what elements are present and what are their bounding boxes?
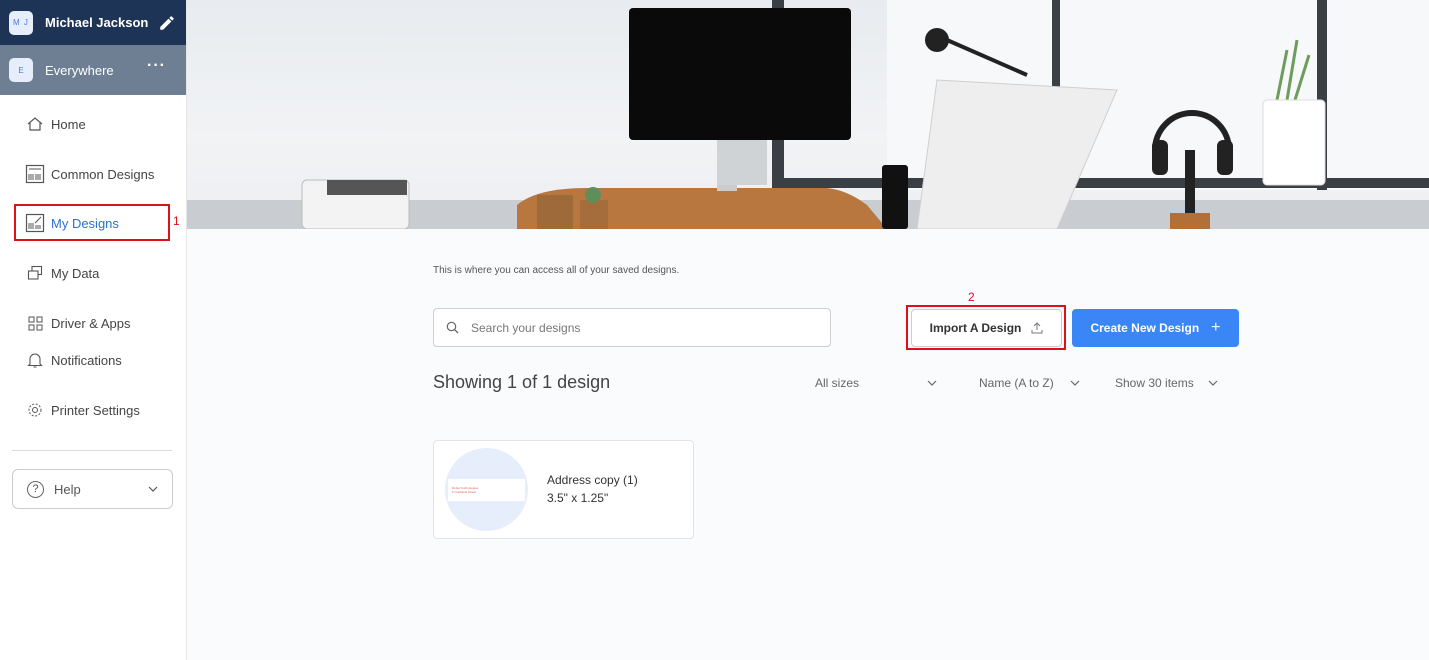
upload-icon (1031, 322, 1043, 334)
user-name: Michael Jackson (45, 15, 149, 30)
search-input[interactable] (471, 320, 811, 335)
data-copy-icon (25, 263, 45, 283)
sidebar-item-printer-settings[interactable]: Printer Settings (25, 399, 140, 421)
barcode-label-icon (25, 164, 45, 184)
chevron-down-icon (1208, 380, 1218, 386)
apps-grid-icon (25, 313, 45, 333)
annotation-box-1 (14, 204, 170, 241)
search-box[interactable] (433, 308, 831, 347)
import-design-button[interactable]: Import A Design (911, 309, 1062, 347)
sidebar-item-common-designs[interactable]: Common Designs (25, 163, 154, 185)
desk-scene-illustration (187, 0, 1429, 229)
results-count: Showing 1 of 1 design (433, 372, 611, 392)
user-avatar[interactable]: M J (9, 10, 33, 35)
sidebar-item-notifications[interactable]: Notifications (25, 349, 122, 371)
chevron-down-icon (927, 380, 937, 386)
sidebar-item-label: My Data (51, 265, 100, 281)
thumb-line: 5 Oneblock Street (452, 490, 477, 494)
sidebar-divider (12, 450, 172, 451)
label-preview: Robot Technologies 5 Oneblock Street (448, 479, 525, 501)
hero-banner-image (187, 0, 1429, 229)
bell-icon (25, 350, 45, 370)
sidebar-item-my-data[interactable]: My Data (25, 262, 99, 284)
user-bar: M J Michael Jackson (0, 0, 186, 45)
workspace-name: Everywhere (45, 62, 114, 78)
chevron-down-icon (148, 486, 158, 492)
annotation-number-1: 1 (173, 214, 180, 228)
workspace-avatar: E (9, 58, 33, 82)
design-size: 3.5" x 1.25" (547, 491, 609, 505)
question-icon: ? (27, 480, 44, 498)
search-icon (446, 321, 459, 334)
workspace-bar[interactable]: E Everywhere ··· (0, 45, 186, 95)
sort-label: Name (A to Z) (979, 376, 1054, 390)
sidebar-item-label: Notifications (51, 352, 122, 368)
annotation-number-2: 2 (968, 290, 975, 304)
design-thumbnail[interactable]: Robot Technologies 5 Oneblock Street (445, 448, 528, 531)
create-new-design-button[interactable]: Create New Design + (1072, 309, 1239, 347)
more-icon[interactable]: ··· (147, 57, 166, 75)
size-filter-label: All sizes (815, 376, 860, 390)
sidebar-item-label: Driver & Apps (51, 315, 131, 331)
sidebar-item-label: Home (51, 116, 86, 132)
page-size-label: Show 30 items (1115, 376, 1194, 390)
sidebar-item-driver-apps[interactable]: Driver & Apps (25, 312, 130, 334)
sidebar-item-label: Printer Settings (51, 402, 140, 418)
page-intro: This is where you can access all of your… (433, 265, 680, 276)
help-dropdown[interactable]: ? Help (12, 469, 173, 509)
design-card[interactable]: Robot Technologies 5 Oneblock Street Add… (433, 440, 694, 539)
page-size-dropdown[interactable]: Show 30 items (1115, 376, 1218, 390)
design-title: Address copy (1) (547, 473, 638, 487)
pencil-icon[interactable] (158, 14, 176, 32)
sidebar-item-label: Common Designs (51, 166, 155, 182)
sidebar-item-home[interactable]: Home (25, 113, 86, 135)
chevron-down-icon (1070, 380, 1080, 386)
sidebar: M J Michael Jackson E Everywhere ··· Hom… (0, 0, 187, 660)
sort-dropdown[interactable]: Name (A to Z) (979, 376, 1080, 390)
import-label: Import A Design (929, 321, 1022, 335)
help-label: Help (54, 481, 81, 497)
home-icon (25, 114, 45, 134)
size-filter-dropdown[interactable]: All sizes (815, 376, 937, 390)
plus-icon: + (1211, 319, 1221, 336)
gear-icon (25, 400, 45, 420)
create-label: Create New Design (1090, 321, 1200, 335)
